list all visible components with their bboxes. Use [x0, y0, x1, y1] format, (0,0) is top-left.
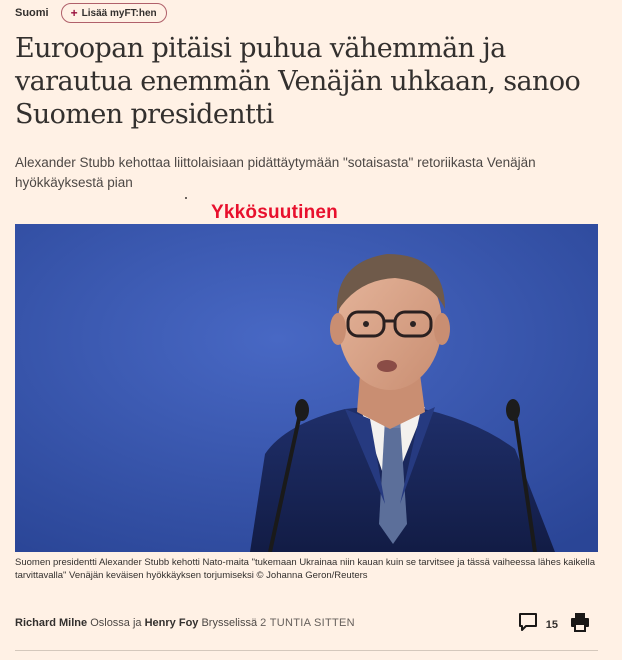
photo-caption: Suomen presidentti Alexander Stubb kehot…	[15, 557, 596, 581]
standfirst: Alexander Stubb kehottaa liittolaisiaan …	[15, 155, 536, 190]
comments-button[interactable]: 15	[518, 612, 558, 637]
article-photo	[15, 224, 598, 552]
comment-icon	[518, 612, 538, 637]
add-to-myft-button[interactable]: + Lisää myFT:hen	[60, 3, 167, 23]
author-location-2: Brysselissä	[201, 617, 258, 629]
section-link[interactable]: Suomi	[15, 7, 49, 19]
byline: Richard Milne Oslossa ja Henry Foy Bryss…	[15, 617, 355, 629]
publish-time: 2 TUNTIA SITTEN	[260, 617, 355, 629]
top-story-label: Ykkösuutinen	[211, 202, 338, 223]
topbar: Suomi + Lisää myFT:hen	[15, 2, 167, 24]
divider	[15, 650, 598, 651]
add-to-myft-label: Lisää myFT:hen	[81, 7, 157, 19]
comment-count: 15	[545, 618, 558, 631]
dot-mark	[185, 197, 187, 199]
author-link-2[interactable]: Henry Foy	[145, 617, 199, 629]
article-actions: 15	[518, 612, 590, 637]
print-button[interactable]	[570, 612, 590, 637]
article-page: Suomi + Lisää myFT:hen Euroopan pitäisi …	[0, 0, 622, 660]
photo-illustration	[15, 224, 598, 552]
headline: Euroopan pitäisi puhua vähemmän ja varau…	[15, 33, 581, 130]
print-icon	[570, 613, 590, 636]
author-location-1: Oslossa ja	[90, 617, 142, 629]
author-link-1[interactable]: Richard Milne	[15, 617, 87, 629]
plus-icon: +	[70, 6, 78, 20]
